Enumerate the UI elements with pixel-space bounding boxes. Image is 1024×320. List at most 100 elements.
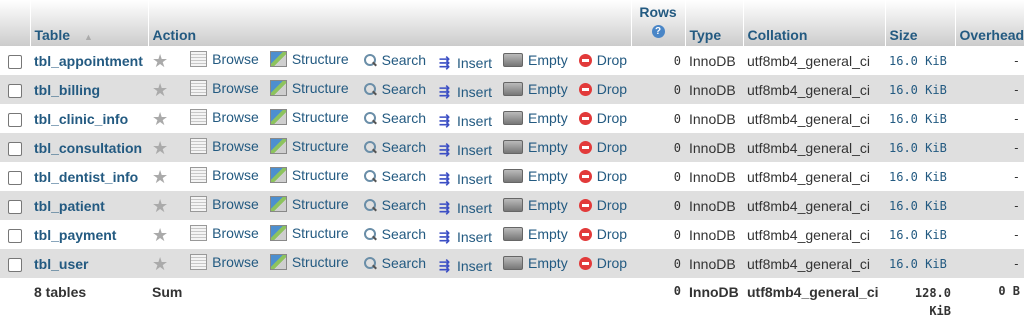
row-checkbox[interactable] [8, 257, 22, 272]
insert-link[interactable]: ⇶ Insert [437, 55, 492, 71]
table-row: tbl_patient ★ Browse Structure Search ⇶ Insert… [0, 191, 1024, 220]
table-name-link[interactable]: tbl_appointment [30, 46, 148, 75]
browse-link[interactable]: Browse [190, 224, 259, 241]
search-link[interactable]: Search [362, 81, 426, 97]
row-checkbox[interactable] [8, 141, 22, 156]
star-icon[interactable]: ★ [152, 225, 168, 245]
search-icon [362, 140, 377, 154]
structure-link[interactable]: Structure [269, 137, 349, 154]
structure-link[interactable]: Structure [269, 253, 349, 270]
structure-link[interactable]: Structure [269, 166, 349, 183]
table-name-link[interactable]: tbl_consultation [30, 133, 148, 162]
insert-link[interactable]: ⇶ Insert [437, 142, 492, 158]
empty-link[interactable]: Empty [503, 139, 568, 155]
drop-link[interactable]: Drop [578, 197, 627, 213]
structure-link[interactable]: Structure [269, 195, 349, 212]
row-checkbox[interactable] [8, 228, 22, 243]
search-icon [362, 82, 377, 96]
browse-link[interactable]: Browse [190, 253, 259, 270]
drop-link[interactable]: Drop [578, 52, 627, 68]
table-name-link[interactable]: tbl_dentist_info [30, 162, 148, 191]
search-link[interactable]: Search [362, 255, 426, 271]
structure-link[interactable]: Structure [269, 108, 349, 125]
row-actions: ★ Browse Structure Search ⇶ Insert Empty Drop [148, 104, 631, 133]
insert-icon: ⇶ [439, 228, 450, 244]
overhead: - [955, 249, 1024, 278]
table-name-link[interactable]: tbl_clinic_info [30, 104, 148, 133]
search-link[interactable]: Search [362, 226, 426, 242]
structure-link[interactable]: Structure [269, 50, 349, 67]
browse-icon [190, 253, 208, 270]
engine-type: InnoDB [685, 75, 743, 104]
row-checkbox[interactable] [8, 83, 22, 98]
browse-link[interactable]: Browse [190, 195, 259, 212]
sort-asc-icon[interactable]: ▲ [84, 32, 93, 42]
row-checkbox-cell [0, 75, 30, 104]
browse-link[interactable]: Browse [190, 108, 259, 125]
header-collation[interactable]: Collation [743, 0, 886, 46]
browse-link[interactable]: Browse [190, 137, 259, 154]
star-icon[interactable]: ★ [152, 80, 168, 100]
search-link[interactable]: Search [362, 110, 426, 126]
star-icon[interactable]: ★ [152, 51, 168, 71]
row-checkbox[interactable] [8, 112, 22, 127]
empty-link[interactable]: Empty [503, 52, 568, 68]
drop-icon [578, 256, 592, 270]
search-link[interactable]: Search [362, 197, 426, 213]
table-name-link[interactable]: tbl_patient [30, 191, 148, 220]
insert-link[interactable]: ⇶ Insert [437, 171, 492, 187]
star-icon[interactable]: ★ [152, 196, 168, 216]
insert-link[interactable]: ⇶ Insert [437, 258, 492, 274]
header-checkbox-cell [0, 0, 31, 46]
header-overhead[interactable]: Overhead [955, 0, 1024, 46]
row-checkbox[interactable] [8, 54, 22, 69]
search-link[interactable]: Search [362, 139, 426, 155]
browse-link[interactable]: Browse [190, 79, 259, 96]
table-name-link[interactable]: tbl_user [30, 249, 148, 278]
empty-link[interactable]: Empty [503, 81, 568, 97]
insert-icon: ⇶ [439, 170, 450, 186]
insert-link[interactable]: ⇶ Insert [437, 113, 492, 129]
drop-icon [578, 53, 592, 67]
drop-link[interactable]: Drop [578, 226, 627, 242]
insert-link[interactable]: ⇶ Insert [437, 200, 492, 216]
empty-link[interactable]: Empty [503, 226, 568, 242]
table-name-link[interactable]: tbl_payment [30, 220, 148, 249]
drop-link[interactable]: Drop [578, 139, 627, 155]
empty-link[interactable]: Empty [503, 110, 568, 126]
row-checkbox[interactable] [8, 199, 22, 214]
search-link[interactable]: Search [362, 168, 426, 184]
drop-link[interactable]: Drop [578, 255, 627, 271]
browse-link[interactable]: Browse [190, 50, 259, 67]
table-row: tbl_consultation ★ Browse Structure Search ⇶ I… [0, 133, 1024, 162]
browse-link[interactable]: Browse [190, 166, 259, 183]
header-type[interactable]: Type [685, 0, 744, 46]
structure-icon [269, 166, 287, 183]
star-icon[interactable]: ★ [152, 138, 168, 158]
row-count: 0 [631, 133, 685, 162]
drop-link[interactable]: Drop [578, 81, 627, 97]
structure-link[interactable]: Structure [269, 224, 349, 241]
table-name-link[interactable]: tbl_billing [30, 75, 148, 104]
drop-link[interactable]: Drop [578, 110, 627, 126]
star-icon[interactable]: ★ [152, 109, 168, 129]
drop-link[interactable]: Drop [578, 168, 627, 184]
drop-icon [578, 198, 592, 212]
help-icon[interactable]: ? [651, 25, 665, 38]
empty-link[interactable]: Empty [503, 255, 568, 271]
footer-row: 8 tables Sum 0 InnoDB utf8mb4_general_ci… [0, 278, 1024, 320]
table-row: tbl_clinic_info ★ Browse Structure Search ⇶ In… [0, 104, 1024, 133]
star-icon[interactable]: ★ [152, 254, 168, 274]
star-icon[interactable]: ★ [152, 167, 168, 187]
insert-link[interactable]: ⇶ Insert [437, 84, 492, 100]
row-checkbox[interactable] [8, 170, 22, 185]
structure-link[interactable]: Structure [269, 79, 349, 96]
header-rows[interactable]: Rows? [631, 0, 686, 46]
empty-link[interactable]: Empty [503, 168, 568, 184]
table-row: tbl_billing ★ Browse Structure Search ⇶ Insert… [0, 75, 1024, 104]
empty-link[interactable]: Empty [503, 197, 568, 213]
search-link[interactable]: Search [362, 52, 426, 68]
header-table[interactable]: Table ▲ [30, 0, 149, 46]
header-size[interactable]: Size [885, 0, 956, 46]
insert-link[interactable]: ⇶ Insert [437, 229, 492, 245]
